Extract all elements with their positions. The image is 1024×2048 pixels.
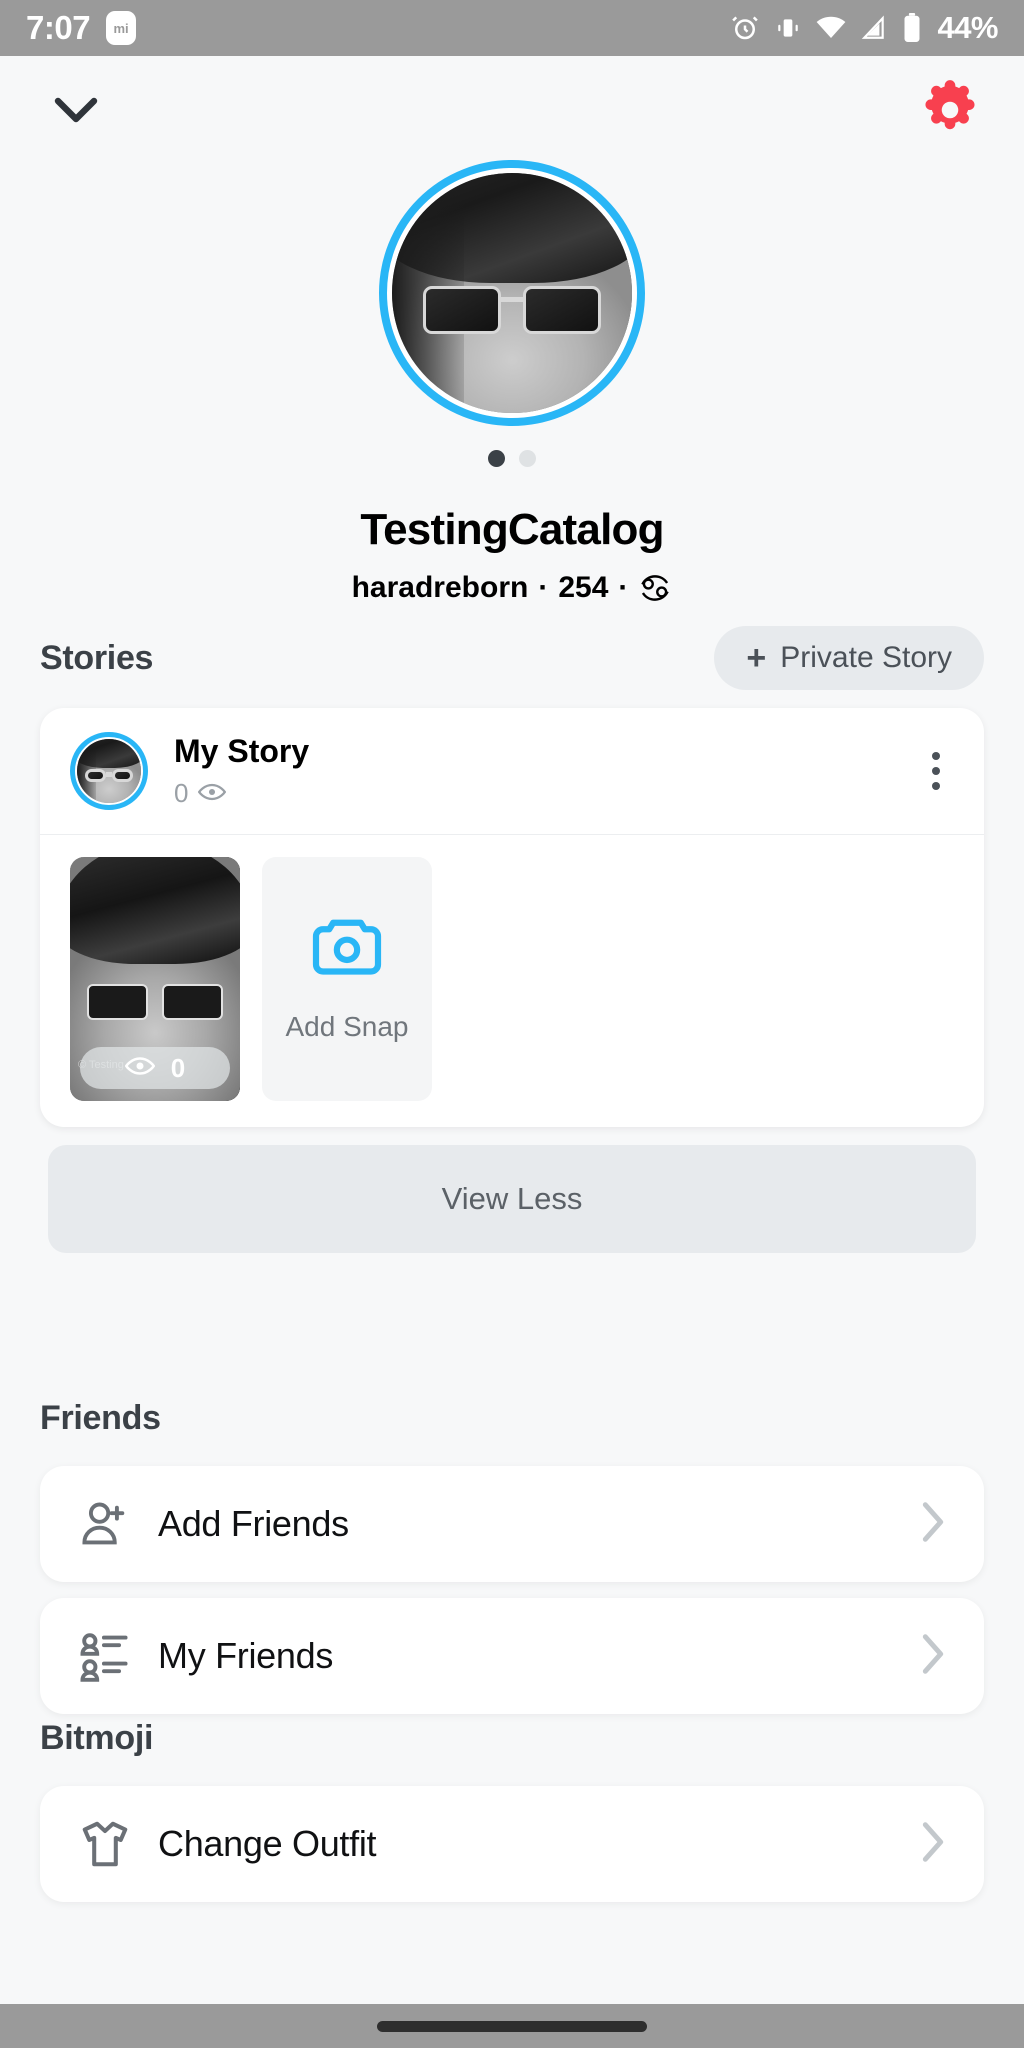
page-title: TestingCatalog [360, 505, 664, 554]
snap-list: © Testing 0 [40, 835, 984, 1127]
friends-title: Friends [40, 1398, 161, 1437]
plus-icon: + [746, 639, 767, 677]
status-bar: 7:07 mi 44% [0, 0, 1024, 56]
my-story-title: My Story [174, 733, 310, 769]
scroll-content: TestingCatalog haradreborn · 254 · Stori… [0, 56, 1024, 2004]
friends-header: Friends [0, 1386, 1024, 1450]
kebab-dot-3 [932, 782, 940, 790]
status-time: 7:07 [26, 9, 91, 46]
person-add-icon [74, 1498, 136, 1550]
status-bar-left: 7:07 mi [26, 9, 137, 47]
battery-icon [902, 13, 922, 43]
separator-1: · [538, 571, 549, 604]
chevron-right-icon [916, 1499, 950, 1550]
page-dot-2[interactable] [519, 450, 536, 467]
change-outfit-row[interactable]: Change Outfit [40, 1786, 984, 1902]
bitmoji-title: Bitmoji [40, 1718, 154, 1757]
add-snap-label: Add Snap [285, 1010, 409, 1042]
top-nav-bar [0, 56, 1024, 176]
vibrate-icon [775, 15, 801, 41]
snap-view-badge: 0 [80, 1047, 230, 1089]
kebab-dot-2 [932, 767, 940, 775]
settings-button[interactable] [918, 78, 982, 142]
snap-view-count: 0 [170, 1052, 186, 1083]
stories-header: Stories + Private Story [0, 626, 1024, 690]
mi-app-icon: mi [106, 11, 137, 45]
private-story-button[interactable]: + Private Story [714, 626, 984, 690]
snapchat-profile-screen: 7:07 mi 44% TestingCatalog haradreborn ·… [0, 0, 1024, 2048]
snap-score: 254 [558, 571, 609, 604]
chevron-right-icon [916, 1819, 950, 1870]
alarm-icon [730, 13, 760, 43]
my-story-avatar[interactable] [70, 732, 148, 810]
eye-icon [124, 1053, 156, 1084]
my-story-card: My Story 0 0 Add Snap [40, 708, 984, 1127]
snap-thumbnail[interactable]: © Testing 0 [70, 857, 240, 1101]
my-story-row[interactable]: My Story 0 [40, 708, 984, 835]
my-story-view-count: 0 [174, 778, 189, 808]
wifi-icon [816, 16, 846, 40]
my-story-meta: My Story 0 [174, 733, 309, 809]
view-less-button[interactable]: View Less [48, 1145, 976, 1253]
bitmoji-section: Bitmoji Change Outfit [0, 1706, 1024, 1902]
change-outfit-label: Change Outfit [158, 1823, 377, 1864]
my-friends-row[interactable]: My Friends [40, 1598, 984, 1714]
stories-title: Stories [40, 638, 154, 677]
page-dot-1[interactable] [488, 450, 505, 467]
zodiac-cancer-icon[interactable] [638, 571, 672, 605]
signal-icon [861, 15, 887, 41]
shirt-icon [74, 1817, 136, 1871]
sunglasses-decoration [423, 285, 601, 334]
my-friends-label: My Friends [158, 1635, 334, 1676]
private-story-label: Private Story [780, 641, 952, 674]
username-text: haradreborn [351, 571, 529, 604]
add-friends-label: Add Friends [158, 1503, 349, 1544]
back-button[interactable] [48, 88, 104, 138]
add-friends-row[interactable]: Add Friends [40, 1466, 984, 1582]
profile-avatar[interactable] [379, 160, 645, 426]
profile-substats: haradreborn · 254 · [0, 571, 1024, 605]
status-bar-right: 44% [730, 10, 998, 46]
avatar-page-dots[interactable] [0, 450, 1024, 467]
avatar-image [392, 173, 632, 413]
my-story-menu-button[interactable] [918, 742, 954, 800]
stories-section: Stories + Private Story My Story 0 0 Add… [0, 626, 1024, 1253]
system-nav-bar [0, 2004, 1024, 2048]
chevron-down-icon [52, 95, 100, 132]
people-list-icon [74, 1630, 136, 1682]
separator-2: · [618, 571, 629, 604]
bitmoji-header: Bitmoji [0, 1706, 1024, 1770]
eye-icon [198, 778, 227, 809]
chevron-right-icon [916, 1631, 950, 1682]
kebab-dot-1 [932, 752, 940, 760]
friends-section: Friends Add Friends My Friends [0, 1386, 1024, 1714]
my-story-avatar-image [77, 739, 141, 803]
gear-icon [918, 80, 982, 146]
battery-percent: 44% [937, 10, 998, 45]
gesture-handle[interactable] [377, 2020, 647, 2032]
camera-icon [310, 916, 384, 985]
my-story-views: 0 [174, 778, 309, 809]
add-snap-button[interactable]: Add Snap [262, 857, 432, 1101]
profile-header: TestingCatalog haradreborn · 254 · [0, 160, 1024, 605]
